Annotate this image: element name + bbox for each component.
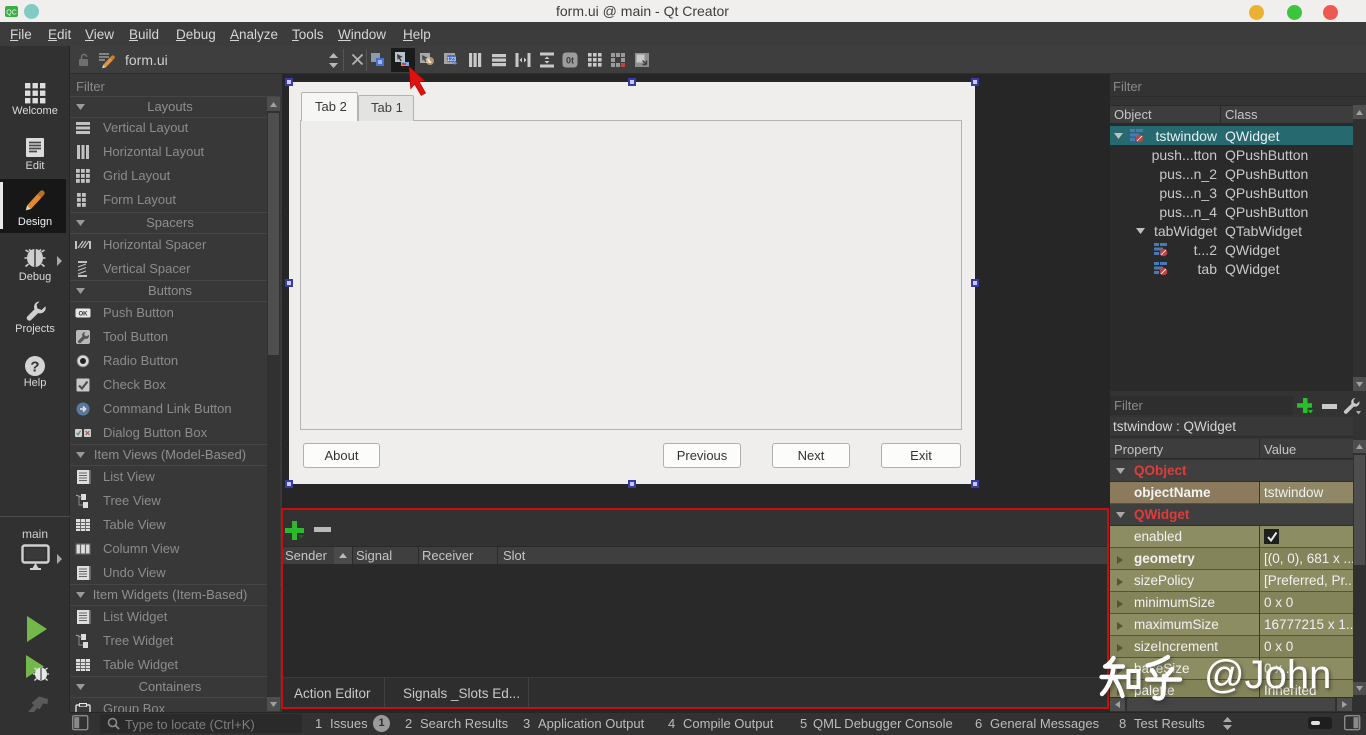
- svg-text:0t: 0t: [566, 56, 574, 66]
- svg-text:QC: QC: [6, 10, 17, 17]
- svg-text:OK: OK: [79, 312, 89, 318]
- svg-text:?: ?: [30, 359, 39, 376]
